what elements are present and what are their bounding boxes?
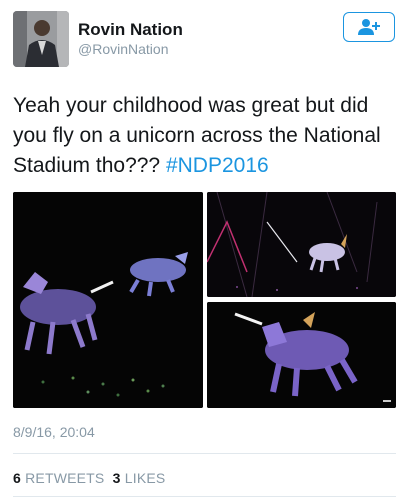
display-name[interactable]: Rovin Nation: [78, 20, 183, 40]
unicorn-photo-3: [207, 302, 396, 408]
media-photo-2[interactable]: [207, 192, 396, 297]
hashtag-link[interactable]: #NDP2016: [166, 154, 269, 177]
unicorn-photo-1: [13, 192, 203, 408]
unicorn-photo-2: [207, 192, 396, 297]
follow-button[interactable]: [343, 12, 395, 42]
retweets-stat[interactable]: 6 RETWEETS: [13, 470, 104, 486]
retweets-count: 6: [13, 470, 21, 486]
add-user-icon: [358, 19, 380, 35]
person-avatar-image: [13, 11, 69, 67]
divider: [13, 453, 396, 454]
tweet-text: Yeah your childhood was great but did yo…: [13, 91, 398, 181]
retweets-label: RETWEETS: [25, 470, 105, 486]
likes-count: 3: [112, 470, 121, 486]
user-handle[interactable]: @RovinNation: [78, 41, 168, 57]
media-photo-1[interactable]: [13, 192, 203, 408]
likes-label: LIKES: [124, 470, 166, 486]
tweet-timestamp[interactable]: 8/9/16, 20:04: [13, 424, 95, 440]
likes-stat[interactable]: 3 LIKES: [113, 470, 166, 486]
divider: [13, 496, 396, 497]
tweet-stats: 6 RETWEETS 3 LIKES: [13, 470, 165, 486]
avatar[interactable]: [13, 11, 69, 67]
media-photo-3[interactable]: [207, 302, 396, 408]
